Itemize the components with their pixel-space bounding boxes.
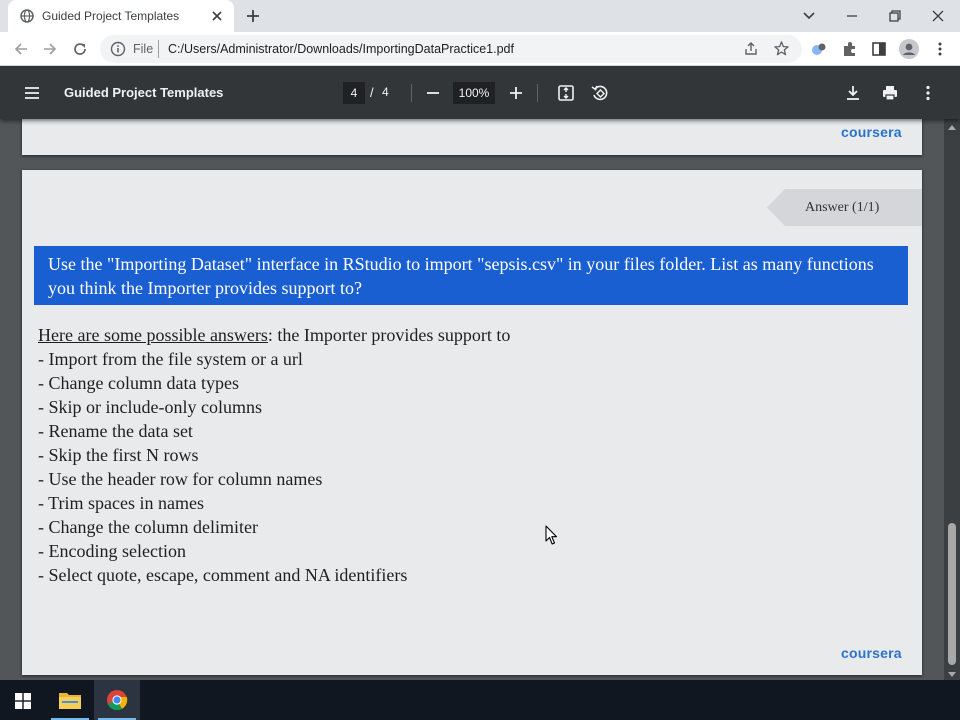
side-panel-icon[interactable]: [870, 40, 888, 58]
list-item: - Trim spaces in names: [38, 493, 204, 513]
toolbar-divider: [537, 84, 538, 102]
fit-page-icon[interactable]: [556, 83, 576, 103]
arrow-left-icon[interactable]: [12, 40, 30, 58]
scroll-down-arrow-icon[interactable]: [948, 670, 956, 678]
share-icon[interactable]: [743, 41, 759, 57]
mouse-cursor-icon: [545, 525, 558, 545]
minimize-icon[interactable]: [842, 6, 862, 26]
chrome-icon: [107, 690, 128, 711]
reload-icon[interactable]: [71, 40, 89, 58]
page-number-input[interactable]: 4: [343, 82, 365, 104]
hamburger-icon[interactable]: [22, 83, 42, 103]
address-bar[interactable]: File C:/Users/Administrator/Downloads/Im…: [100, 35, 802, 63]
pdf-toolbar: Guided Project Templates 4 / 4 100%: [0, 67, 960, 119]
minus-icon[interactable]: [423, 83, 443, 103]
answer-body: Here are some possible answers: the Impo…: [38, 323, 898, 587]
taskbar: [0, 680, 960, 720]
list-item: - Select quote, escape, comment and NA i…: [38, 565, 408, 585]
print-icon[interactable]: [880, 83, 900, 103]
list-item: - Use the header row for column names: [38, 469, 323, 489]
start-button[interactable]: [0, 680, 46, 720]
download-icon[interactable]: [843, 83, 863, 103]
coursera-logo: coursera: [841, 645, 902, 661]
answer-intro: Here are some possible answers: the Impo…: [38, 323, 898, 347]
restore-icon[interactable]: [885, 6, 905, 26]
pdf-viewer[interactable]: coursera Answer (1/1) Use the "Importing…: [0, 119, 944, 680]
taskbar-chrome[interactable]: [94, 680, 140, 720]
close-icon[interactable]: [209, 8, 225, 24]
list-item: - Skip the first N rows: [38, 445, 199, 465]
list-item: - Encoding selection: [38, 541, 186, 561]
toolbar-divider: [411, 84, 412, 102]
extension-icon[interactable]: [810, 40, 828, 58]
new-tab-button[interactable]: [244, 7, 262, 25]
arrow-right-icon[interactable]: [41, 40, 59, 58]
kebab-menu-icon[interactable]: [918, 83, 938, 103]
pdf-title: Guided Project Templates: [64, 85, 224, 100]
list-item: - Skip or include-only columns: [38, 397, 262, 417]
profile-icon[interactable]: [899, 39, 919, 59]
answer-intro-underlined: Here are some possible answers: [38, 325, 268, 345]
tab-title: Guided Project Templates: [42, 9, 180, 23]
question-text: Use the "Importing Dataset" interface in…: [48, 254, 874, 298]
windows-icon: [15, 693, 31, 709]
list-item: - Import from the file system or a url: [38, 349, 303, 369]
window-close-icon[interactable]: [928, 6, 948, 26]
list-item: - Change column data types: [38, 373, 239, 393]
star-icon[interactable]: [773, 40, 790, 57]
address-divider: [158, 40, 159, 58]
puzzle-icon[interactable]: [841, 40, 859, 58]
page-total: 4: [382, 85, 389, 99]
url-scheme: File: [133, 42, 154, 56]
chevron-down-icon[interactable]: [801, 7, 817, 23]
scrollbar[interactable]: [944, 119, 960, 680]
taskbar-file-explorer[interactable]: [47, 680, 93, 720]
answer-tab: Answer (1/1): [767, 189, 922, 226]
zoom-input[interactable]: 100%: [453, 82, 495, 104]
question-box: Use the "Importing Dataset" interface in…: [34, 246, 908, 305]
scroll-up-arrow-icon[interactable]: [948, 124, 956, 132]
globe-icon: [20, 9, 34, 23]
kebab-menu-icon[interactable]: [931, 40, 949, 58]
pdf-page-3: coursera: [22, 119, 922, 155]
info-icon[interactable]: [110, 41, 126, 57]
list-item: - Change the column delimiter: [38, 517, 258, 537]
tab-strip: Guided Project Templates: [0, 0, 960, 32]
plus-icon[interactable]: [506, 83, 526, 103]
answer-intro-rest: : the Importer provides support to: [267, 325, 511, 345]
scrollbar-thumb[interactable]: [948, 523, 956, 665]
folder-icon: [59, 693, 81, 709]
list-item: - Rename the data set: [38, 421, 193, 441]
rotate-icon[interactable]: [590, 83, 610, 103]
coursera-logo: coursera: [841, 124, 902, 140]
url-text[interactable]: C:/Users/Administrator/Downloads/Importi…: [168, 42, 514, 56]
browser-toolbar: File C:/Users/Administrator/Downloads/Im…: [0, 32, 960, 66]
pdf-page-4: Answer (1/1) Use the "Importing Dataset"…: [22, 170, 922, 675]
answer-label: Answer (1/1): [805, 200, 880, 215]
browser-tab[interactable]: Guided Project Templates: [8, 0, 234, 32]
page-separator: /: [370, 85, 374, 100]
